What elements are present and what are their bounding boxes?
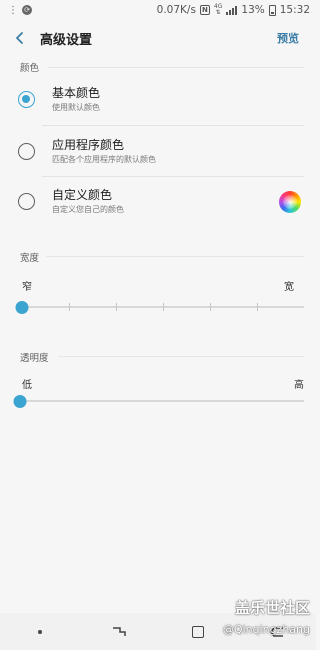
width-slider-thumb[interactable] [15,300,29,314]
option-subtitle: 自定义您自己的颜色 [52,205,124,214]
battery-icon [268,4,276,16]
transparency-slider[interactable] [13,394,304,408]
option-custom-color[interactable]: 自定义颜色 自定义您自己的颜色 [0,180,316,224]
transparency-max-label: 高 [294,380,304,391]
nav-dot-button[interactable] [20,613,60,650]
slider-tick [69,303,70,311]
slider-tick [116,303,117,311]
sync-icon: ⟳ [22,5,32,15]
clock: 15:32 [279,4,310,16]
network-icon: 4G ⇅ [213,3,223,16]
status-bar: ⋮ ⟳ 0.07K/s N 4G ⇅ 13% 15:32 [0,0,316,20]
app-bar: 高级设置 预览 [0,20,316,56]
option-subtitle: 匹配各个应用程序的默认颜色 [52,155,156,164]
status-right: 0.07K/s N 4G ⇅ 13% 15:32 [156,3,310,17]
watermark-brand: 盖乐世社区 [234,599,310,617]
status-left: ⋮ ⟳ [8,5,32,16]
radio-custom-color[interactable] [18,193,35,210]
signal-icon [226,5,238,15]
width-max-label: 宽 [284,282,294,293]
option-title: 基本颜色 [52,86,101,100]
section-header-color: 颜色 [20,63,40,74]
watermark-user: @Qinqingzhang [222,623,310,636]
section-header-width: 宽度 [20,253,40,264]
option-title: 应用程序颜色 [52,138,125,152]
slider-tick [163,303,164,311]
row-divider [42,125,304,126]
option-title: 自定义颜色 [52,188,113,202]
row-divider [42,176,304,177]
page-title: 高级设置 [40,32,93,48]
back-button[interactable] [0,20,40,56]
option-subtitle: 使用默认颜色 [52,103,100,112]
network-speed: 0.07K/s [156,4,196,16]
transparency-min-label: 低 [22,380,32,391]
carrier-icon: ⋮ [8,4,18,16]
width-min-label: 窄 [22,282,32,293]
section-header-transparency: 透明度 [20,353,49,364]
recents-icon [112,626,126,636]
transparency-slider-thumb[interactable] [13,394,27,408]
section-divider [58,356,304,357]
width-slider[interactable] [15,300,304,314]
radio-app-color[interactable] [18,143,35,160]
home-icon [191,625,204,638]
option-basic-color[interactable]: 基本颜色 使用默认颜色 [0,78,316,122]
battery-percent: 13% [241,4,265,16]
section-divider [46,256,304,257]
section-divider [48,67,304,68]
nfc-icon: N [199,5,210,15]
watermark: 盖乐世社区 @Qinqingzhang [223,597,310,636]
home-button[interactable] [178,613,218,650]
option-app-color[interactable]: 应用程序颜色 匹配各个应用程序的默认颜色 [0,130,316,174]
recents-button[interactable] [99,613,139,650]
color-wheel-icon[interactable] [279,191,301,213]
dot-icon [37,629,42,634]
slider-tick [257,303,258,311]
slider-tick [210,303,211,311]
chevron-left-icon [16,32,23,44]
radio-basic-color[interactable] [18,91,35,108]
preview-button[interactable]: 预览 [277,30,299,46]
